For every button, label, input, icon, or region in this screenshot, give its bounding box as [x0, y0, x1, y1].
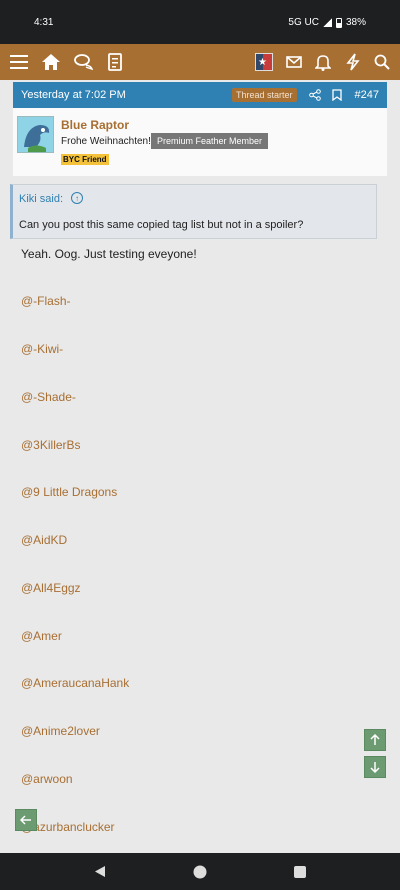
- forums-icon[interactable]: [73, 51, 95, 73]
- scroll-down-button[interactable]: [364, 756, 386, 778]
- post: Yesterday at 7:02 PM Thread starter #247…: [13, 82, 387, 176]
- status-time: 4:31: [34, 17, 54, 28]
- system-nav-bar: [0, 853, 400, 890]
- menu-icon[interactable]: [8, 51, 30, 73]
- search-icon[interactable]: [371, 51, 393, 73]
- jump-to-quote-icon[interactable]: ↑: [71, 192, 83, 204]
- home-circle-icon[interactable]: [193, 865, 207, 884]
- signal-icon: [322, 18, 332, 27]
- post-header: Yesterday at 7:02 PM Thread starter #247: [13, 82, 387, 108]
- mention-link[interactable]: @-Shade-: [21, 390, 76, 404]
- member-badge: Premium Feather Member: [151, 133, 269, 149]
- thread-page: Yesterday at 7:02 PM Thread starter #247…: [0, 80, 400, 853]
- user-avatar[interactable]: [17, 116, 54, 153]
- bolt-icon[interactable]: [342, 51, 364, 73]
- mention-link[interactable]: @3KillerBs: [21, 438, 81, 452]
- recents-icon[interactable]: [294, 865, 306, 883]
- mention-link[interactable]: @-Flash-: [21, 294, 71, 308]
- top-nav: ★: [0, 44, 400, 80]
- quote-text: Can you post this same copied tag list b…: [19, 219, 304, 231]
- mention-link[interactable]: @All4Eggz: [21, 581, 81, 595]
- back-icon[interactable]: [94, 865, 106, 883]
- network-label: 5G UC: [288, 17, 319, 28]
- avatar[interactable]: ★: [255, 53, 273, 71]
- share-icon[interactable]: [307, 87, 323, 103]
- friend-badge: BYC Friend: [61, 154, 109, 165]
- mention-link[interactable]: @arwoon: [21, 772, 73, 786]
- user-info: Blue Raptor Frohe Weihnachten! Premium F…: [13, 108, 387, 176]
- back-button[interactable]: [15, 809, 37, 831]
- status-bar: 4:31 5G UC 38%: [0, 0, 400, 44]
- post-number[interactable]: #247: [355, 89, 379, 101]
- thread-starter-badge: Thread starter: [231, 88, 297, 102]
- quote-author[interactable]: Kiki said:: [19, 193, 63, 205]
- mention-link[interactable]: @-Kiwi-: [21, 342, 63, 356]
- mention-link[interactable]: @Amer: [21, 629, 62, 643]
- document-icon[interactable]: [104, 51, 126, 73]
- battery-level: 38%: [345, 17, 366, 28]
- battery-icon: [335, 17, 342, 28]
- mail-icon[interactable]: [283, 51, 305, 73]
- post-timestamp[interactable]: Yesterday at 7:02 PM: [21, 89, 232, 101]
- bookmark-icon[interactable]: [329, 87, 345, 103]
- user-title: Frohe Weihnachten!: [61, 136, 151, 147]
- post-body: Yeah. Oog. Just testing eveyone!: [21, 247, 197, 261]
- mention-link[interactable]: @AidKD: [21, 533, 67, 547]
- bell-icon[interactable]: [312, 51, 334, 73]
- mention-link[interactable]: @9 Little Dragons: [21, 485, 117, 499]
- quote-block: Kiki said: ↑ Can you post this same copi…: [10, 184, 377, 239]
- mention-link[interactable]: @AmeraucanaHank: [21, 676, 129, 690]
- username[interactable]: Blue Raptor: [61, 118, 129, 132]
- home-icon[interactable]: [40, 51, 62, 73]
- scroll-up-button[interactable]: [364, 729, 386, 751]
- mention-link[interactable]: @Anime2lover: [21, 724, 100, 738]
